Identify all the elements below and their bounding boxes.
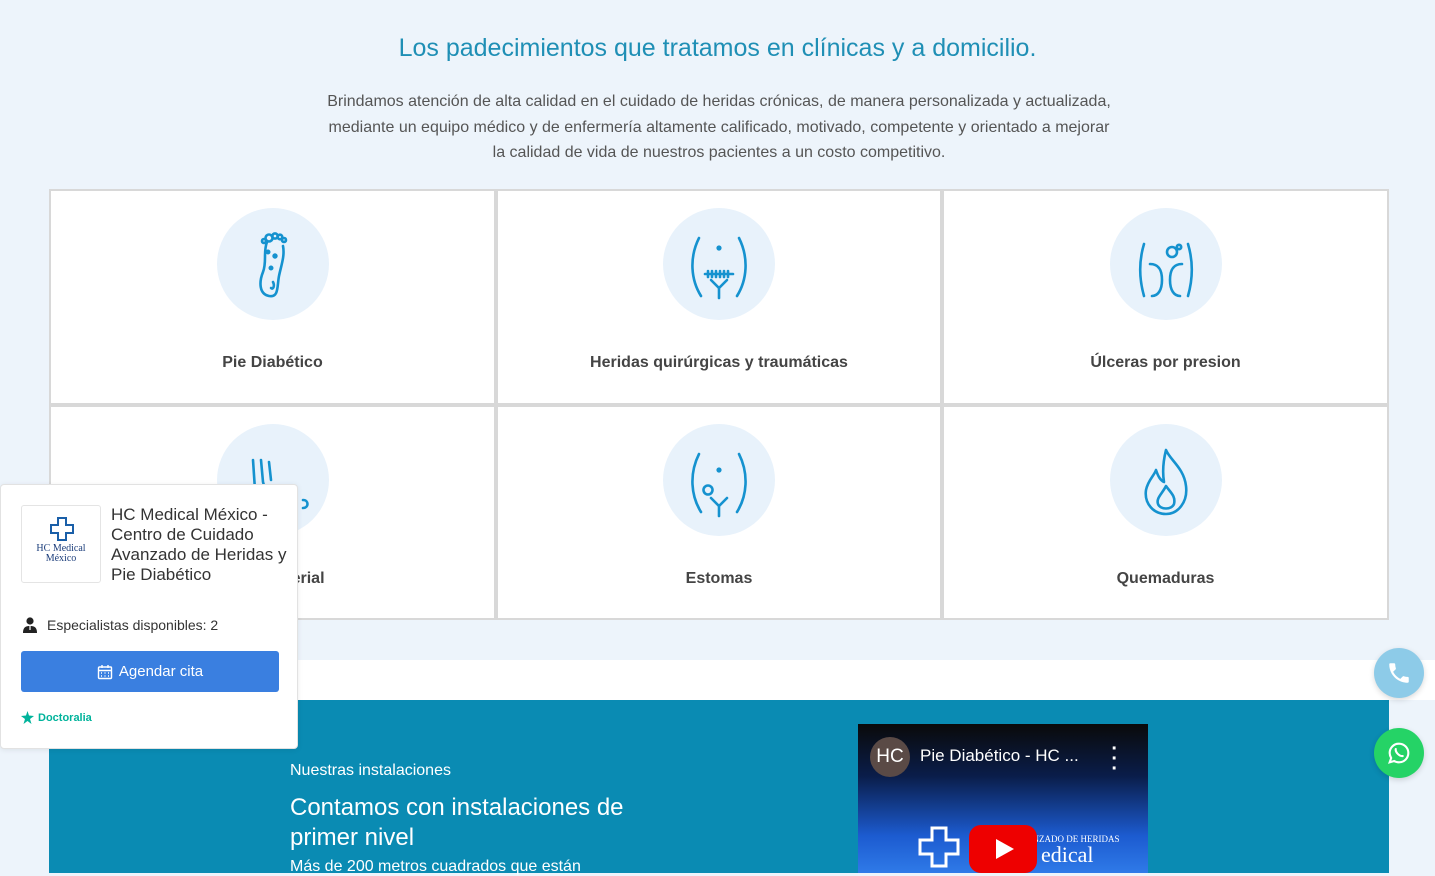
- youtube-video-embed[interactable]: HC Pie Diabético - HC ... · · · ANZADO DE …: [858, 724, 1148, 873]
- more-options-icon[interactable]: · · ·: [1111, 739, 1118, 779]
- clinic-logo: HC Medical México: [21, 505, 101, 583]
- foot-icon: [216, 208, 329, 320]
- logo-line2: México: [45, 553, 77, 564]
- call-button[interactable]: [1374, 648, 1424, 698]
- phone-icon: [1389, 663, 1409, 683]
- condition-card-estomas[interactable]: Estomas: [496, 405, 942, 620]
- doctor-icon: [23, 617, 37, 633]
- condition-label: Heridas quirúrgicas y traumáticas: [590, 354, 848, 371]
- facilities-subtext: Más de 200 metros cuadrados que están: [290, 858, 581, 875]
- stoma-icon: [663, 424, 775, 536]
- flame-icon: [1109, 424, 1222, 536]
- section-title: Los padecimientos que tratamos en clínic…: [398, 34, 1037, 62]
- whatsapp-button[interactable]: [1374, 728, 1424, 778]
- medical-cross-icon: [50, 517, 74, 541]
- video-brand-big: edical: [1041, 842, 1094, 867]
- section-description: Brindamos atención de alta calidad en el…: [327, 93, 1111, 161]
- video-title[interactable]: Pie Diabético - HC ...: [920, 746, 1079, 766]
- condition-card-quemaduras[interactable]: Quemaduras: [942, 405, 1389, 620]
- clinic-name[interactable]: HC Medical México - Centro de Cuidado Av…: [111, 505, 287, 585]
- specialists-count: Especialistas disponibles: 2: [47, 617, 219, 633]
- condition-card-pie-diabetico[interactable]: Pie Diabético: [49, 189, 496, 405]
- doctoralia-link[interactable]: Doctoralia: [21, 711, 92, 724]
- whatsapp-icon: [1388, 742, 1410, 764]
- surgical-abdomen-icon: [663, 208, 775, 320]
- condition-label: Pie Diabético: [222, 354, 323, 371]
- condition-label: Quemaduras: [1116, 570, 1215, 587]
- medical-cross-icon: [918, 826, 960, 868]
- doctoralia-logo-icon: [21, 711, 34, 724]
- play-button[interactable]: [969, 825, 1037, 873]
- condition-label: Úlceras por presion: [1090, 354, 1241, 371]
- doctoralia-widget: HC Medical México HC Medical México - Ce…: [0, 484, 298, 749]
- channel-avatar[interactable]: HC: [870, 737, 910, 777]
- facilities-heading: Contamos con instalaciones de primer niv…: [290, 794, 624, 851]
- doctoralia-label: Doctoralia: [38, 711, 92, 724]
- condition-label: Estomas: [685, 570, 753, 587]
- pressure-ulcer-icon: [1109, 208, 1222, 320]
- condition-card-ulceras[interactable]: Úlceras por presion: [942, 189, 1389, 405]
- condition-card-heridas[interactable]: Heridas quirúrgicas y traumáticas: [496, 189, 942, 405]
- book-appointment-label: Agendar cita: [118, 663, 204, 680]
- calendar-icon: [97, 664, 113, 679]
- book-appointment-button[interactable]: Agendar cita: [21, 651, 279, 692]
- facilities-kicker: Nuestras instalaciones: [290, 762, 451, 779]
- specialists-info: Especialistas disponibles: 2: [21, 616, 218, 634]
